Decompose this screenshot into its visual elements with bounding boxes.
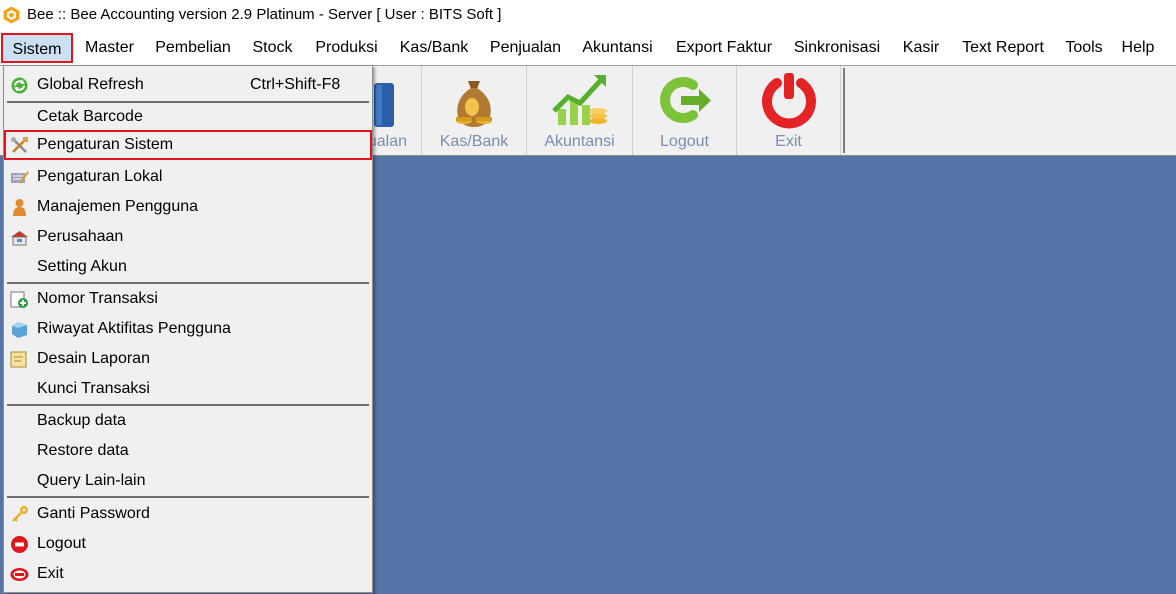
menu-item-label: Pengaturan Lokal bbox=[37, 168, 163, 185]
user-icon bbox=[13, 199, 26, 216]
menu-item-label: Query Lain-lain bbox=[37, 472, 146, 489]
add-document-icon bbox=[10, 291, 28, 308]
menu-item-ganti-password[interactable]: Ganti Password bbox=[5, 499, 371, 529]
refresh-icon bbox=[11, 77, 28, 94]
menu-kas-bank[interactable]: Kas/Bank bbox=[393, 33, 475, 63]
toolbar-label: Kas/Bank bbox=[439, 133, 509, 150]
toolbar-label: Akuntansi bbox=[544, 133, 615, 150]
menu-kasir[interactable]: Kasir bbox=[895, 33, 947, 63]
menu-item-label: Cetak Barcode bbox=[37, 108, 143, 125]
menu-text-report[interactable]: Text Report bbox=[955, 33, 1051, 63]
menu-bar: Sistem Master Pembelian Stock Produksi K… bbox=[0, 31, 1176, 65]
menu-item-desain-laporan[interactable]: Desain Laporan bbox=[5, 344, 371, 374]
menu-item-backup-data[interactable]: Backup data bbox=[5, 406, 371, 436]
menu-item-label: Logout bbox=[37, 535, 86, 552]
menu-item-kunci-transaksi[interactable]: Kunci Transaksi bbox=[5, 374, 371, 404]
menu-item-label: Desain Laporan bbox=[37, 350, 150, 367]
menu-item-pengaturan-lokal[interactable]: Pengaturan Lokal bbox=[5, 162, 371, 192]
menu-pembelian[interactable]: Pembelian bbox=[149, 33, 237, 63]
menu-item-restore-data[interactable]: Restore data bbox=[5, 436, 371, 466]
menu-item-label: Perusahaan bbox=[37, 228, 124, 245]
menu-item-label: Pengaturan Sistem bbox=[37, 136, 174, 153]
menu-master[interactable]: Master bbox=[79, 33, 140, 63]
local-settings-icon bbox=[11, 171, 29, 184]
toolbar-label: Exit bbox=[775, 133, 802, 150]
menu-item-logout[interactable]: Logout bbox=[5, 529, 371, 559]
menu-penjualan[interactable]: Penjualan bbox=[484, 33, 567, 63]
logout-icon bbox=[659, 77, 711, 123]
menu-item-label: Global Refresh bbox=[37, 76, 144, 93]
menu-item-nomor-transaksi[interactable]: Nomor Transaksi bbox=[5, 284, 371, 314]
exit-icon bbox=[10, 568, 29, 581]
sistem-dropdown-menu: Global Refresh Ctrl+Shift-F8 Cetak Barco… bbox=[3, 65, 373, 593]
money-bag-icon bbox=[456, 81, 492, 127]
toolbar-logout-button[interactable]: Logout bbox=[633, 66, 737, 155]
menu-sistem[interactable]: Sistem bbox=[1, 33, 73, 63]
menu-item-setting-akun[interactable]: Setting Akun bbox=[5, 252, 371, 282]
menu-item-query-lain-lain[interactable]: Query Lain-lain bbox=[5, 466, 371, 496]
toolbar-akuntansi-button[interactable]: Akuntansi bbox=[527, 66, 633, 155]
menu-item-riwayat-aktifitas-pengguna[interactable]: Riwayat Aktifitas Pengguna bbox=[5, 314, 371, 344]
menu-item-label: Nomor Transaksi bbox=[37, 290, 158, 307]
menu-item-label: Manajemen Pengguna bbox=[37, 198, 199, 215]
menu-tools[interactable]: Tools bbox=[1059, 33, 1109, 63]
menu-item-cetak-barcode[interactable]: Cetak Barcode bbox=[5, 102, 371, 132]
menu-item-exit[interactable]: Exit bbox=[5, 559, 371, 589]
menu-separator bbox=[7, 496, 369, 498]
growth-chart-icon bbox=[551, 75, 607, 125]
bee-logo-icon bbox=[3, 6, 20, 24]
menu-item-perusahaan[interactable]: Perusahaan bbox=[5, 222, 371, 252]
menu-item-label: Kunci Transaksi bbox=[37, 380, 150, 397]
menu-help[interactable]: Help bbox=[1117, 33, 1159, 63]
toolbar-exit-button[interactable]: Exit bbox=[737, 66, 841, 155]
menu-stock[interactable]: Stock bbox=[245, 33, 300, 63]
logout-icon bbox=[11, 536, 28, 553]
key-icon bbox=[12, 506, 28, 522]
menu-item-pengaturan-sistem[interactable]: Pengaturan Sistem bbox=[4, 130, 372, 160]
power-icon bbox=[761, 73, 816, 129]
window-title: Bee :: Bee Accounting version 2.9 Platin… bbox=[27, 6, 502, 23]
menu-item-label: Backup data bbox=[37, 412, 126, 429]
toolbar-kas-bank-button[interactable]: Kas/Bank bbox=[422, 66, 527, 155]
toolbar-separator bbox=[843, 68, 845, 153]
history-icon bbox=[12, 322, 27, 338]
menu-item-label: Exit bbox=[37, 565, 64, 582]
menu-sinkronisasi[interactable]: Sinkronisasi bbox=[788, 33, 886, 63]
title-bar: Bee :: Bee Accounting version 2.9 Platin… bbox=[0, 0, 1176, 31]
company-icon bbox=[11, 231, 28, 246]
menu-item-label: Setting Akun bbox=[37, 258, 127, 275]
menu-item-label: Restore data bbox=[37, 442, 129, 459]
menu-item-manajemen-pengguna[interactable]: Manajemen Pengguna bbox=[5, 192, 371, 222]
menu-item-label: Ganti Password bbox=[37, 505, 150, 522]
menu-item-shortcut: Ctrl+Shift-F8 bbox=[250, 76, 341, 93]
toolbar-label: Logout bbox=[660, 133, 709, 150]
report-design-icon bbox=[10, 351, 27, 368]
menu-item-label: Riwayat Aktifitas Pengguna bbox=[37, 320, 231, 337]
tools-icon bbox=[11, 137, 28, 153]
menu-akuntansi[interactable]: Akuntansi bbox=[576, 33, 659, 63]
menu-export-faktur[interactable]: Export Faktur bbox=[668, 33, 780, 63]
menu-produksi[interactable]: Produksi bbox=[309, 33, 384, 63]
menu-item-global-refresh[interactable]: Global Refresh Ctrl+Shift-F8 bbox=[5, 70, 371, 100]
